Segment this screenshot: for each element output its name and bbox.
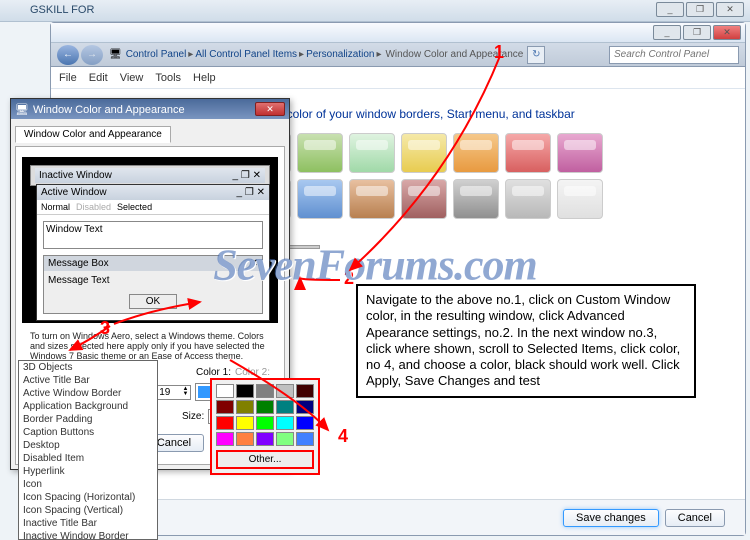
color-cell[interactable] [236, 400, 254, 414]
crumb-2[interactable]: Personalization [306, 49, 374, 60]
forward-button[interactable]: → [81, 45, 103, 65]
color-other-button[interactable]: Other... [216, 450, 314, 469]
item-dropdown-list[interactable]: 3D ObjectsActive Title BarActive Window … [18, 360, 158, 540]
bg-min[interactable]: _ [656, 2, 684, 17]
dlg-tab[interactable]: Window Color and Appearance [15, 126, 171, 143]
color-swatch[interactable] [349, 179, 395, 219]
instruction-box: Navigate to the above no.1, click on Cus… [356, 284, 696, 398]
save-button[interactable]: Save changes [563, 509, 659, 527]
color-swatch[interactable] [297, 133, 343, 173]
color-cell[interactable] [216, 384, 234, 398]
color-cell[interactable] [296, 400, 314, 414]
dlg-close[interactable]: ✕ [255, 102, 285, 116]
dd-item[interactable]: Active Title Bar [19, 374, 157, 387]
color-cell[interactable] [276, 384, 294, 398]
size1-spinner[interactable]: 19▲▼ [156, 385, 191, 400]
menu-edit[interactable]: Edit [89, 72, 108, 84]
dd-item[interactable]: Desktop [19, 439, 157, 452]
color-cell[interactable] [216, 416, 234, 430]
dd-item[interactable]: Caption Buttons [19, 426, 157, 439]
color-cell[interactable] [276, 432, 294, 446]
color-cell[interactable] [256, 400, 274, 414]
bg-close[interactable]: ✕ [716, 2, 744, 17]
search-input[interactable] [609, 46, 739, 64]
dd-item[interactable]: Icon [19, 478, 157, 491]
color-cell[interactable] [236, 384, 254, 398]
color-cell[interactable] [276, 416, 294, 430]
main-close[interactable]: ✕ [713, 25, 741, 40]
menu-help[interactable]: Help [193, 72, 216, 84]
color-swatch[interactable] [505, 179, 551, 219]
main-max[interactable]: ❐ [683, 25, 711, 40]
menu-file[interactable]: File [59, 72, 77, 84]
color-cell[interactable] [256, 384, 274, 398]
dd-item[interactable]: Inactive Window Border [19, 530, 157, 540]
dd-item[interactable]: Disabled Item [19, 452, 157, 465]
dlg-title: 🖥Window Color and Appearance [15, 103, 185, 116]
color-swatch[interactable] [401, 133, 447, 173]
color-swatch[interactable] [557, 179, 603, 219]
crumb-1[interactable]: All Control Panel Items [195, 49, 297, 60]
dd-item[interactable]: Hyperlink [19, 465, 157, 478]
refresh-icon[interactable]: ↻ [527, 46, 545, 64]
bg-title: GSKILL FOR [30, 4, 94, 16]
dd-item[interactable]: Icon Spacing (Horizontal) [19, 491, 157, 504]
color-swatch[interactable] [297, 179, 343, 219]
dd-item[interactable]: 3D Objects [19, 361, 157, 374]
color-swatch[interactable] [557, 133, 603, 173]
color-cell[interactable] [276, 400, 294, 414]
crumb-3: Window Color and Appearance [385, 49, 523, 60]
color-cell[interactable] [256, 432, 274, 446]
color-cell[interactable] [296, 416, 314, 430]
dd-item[interactable]: Application Background [19, 400, 157, 413]
color-cell[interactable] [296, 432, 314, 446]
dd-item[interactable]: Inactive Title Bar [19, 517, 157, 530]
menu-tools[interactable]: Tools [155, 72, 181, 84]
color-swatch[interactable] [401, 179, 447, 219]
menu-bar: File Edit View Tools Help [51, 67, 745, 89]
back-button[interactable]: ← [57, 45, 79, 65]
main-min[interactable]: _ [653, 25, 681, 40]
color-cell[interactable] [216, 432, 234, 446]
color-swatch[interactable] [453, 179, 499, 219]
menu-view[interactable]: View [120, 72, 144, 84]
color-swatch[interactable] [349, 133, 395, 173]
crumb-0[interactable]: Control Panel [126, 49, 187, 60]
color-cell[interactable] [236, 432, 254, 446]
color-cell[interactable] [256, 416, 274, 430]
color-swatch[interactable] [505, 133, 551, 173]
color-cell[interactable] [216, 400, 234, 414]
dd-item[interactable]: Active Window Border [19, 387, 157, 400]
preview-ok: OK [129, 294, 177, 309]
color-picker-popup: Other... [210, 378, 320, 475]
color-cell[interactable] [236, 416, 254, 430]
dd-item[interactable]: Icon Spacing (Vertical) [19, 504, 157, 517]
color-swatch[interactable] [453, 133, 499, 173]
cancel-button[interactable]: Cancel [665, 509, 725, 527]
color-cell[interactable] [296, 384, 314, 398]
preview-area: Inactive Window_ ❐ ✕ Active Window_ ❐ ✕ … [22, 157, 278, 323]
bg-max[interactable]: ❐ [686, 2, 714, 17]
dd-item[interactable]: Border Padding [19, 413, 157, 426]
